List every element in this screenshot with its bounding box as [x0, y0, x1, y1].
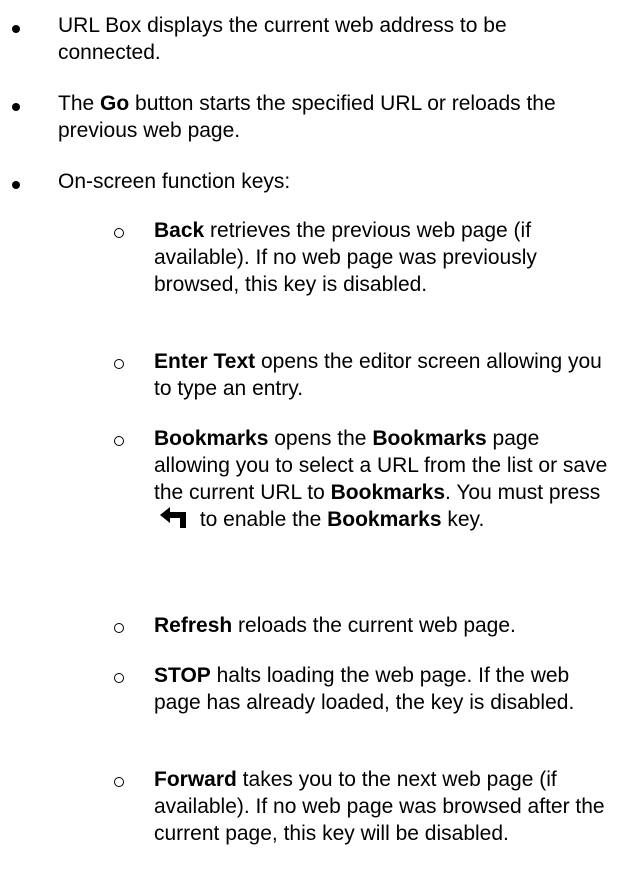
bullet-text: The Go button starts the specified URL o…: [58, 92, 556, 142]
bullet-text: URL Box displays the current web address…: [58, 14, 507, 64]
bullet-text: On-screen function keys:: [58, 170, 291, 193]
circle-bullet-icon: [114, 436, 124, 446]
sub-item-text: Forward takes you to the next web page (…: [154, 768, 605, 845]
sub-item-text: Enter Text opens the editor screen allow…: [154, 350, 602, 400]
circle-bullet-icon: [114, 623, 124, 633]
sub-item-text: Back retrieves the previous web page (if…: [154, 219, 537, 296]
sub-item-text: STOP halts loading the web page. If the …: [154, 664, 575, 714]
bullet-dot-icon: [12, 103, 20, 111]
key-name-back: Back: [154, 219, 205, 242]
sub-item-text: Refresh reloads the current web page.: [154, 614, 516, 637]
key-name-refresh: Refresh: [154, 614, 233, 637]
document-page: URL Box displays the current web address…: [0, 0, 621, 883]
key-name-enter-text: Enter Text: [154, 350, 256, 373]
key-name-go: Go: [100, 92, 130, 115]
sub-item-text: Bookmarks opens the Bookmarks page allow…: [154, 425, 614, 535]
circle-bullet-icon: [114, 777, 124, 787]
circle-bullet-icon: [114, 673, 124, 683]
enter-return-icon: [158, 506, 192, 535]
circle-bullet-icon: [114, 359, 124, 369]
bullet-dot-icon: [12, 25, 20, 33]
key-name-bookmarks: Bookmarks: [154, 427, 269, 450]
circle-bullet-icon: [114, 228, 124, 238]
key-name-forward: Forward: [154, 768, 237, 791]
bullet-dot-icon: [12, 181, 20, 189]
key-name-stop: STOP: [154, 664, 211, 687]
